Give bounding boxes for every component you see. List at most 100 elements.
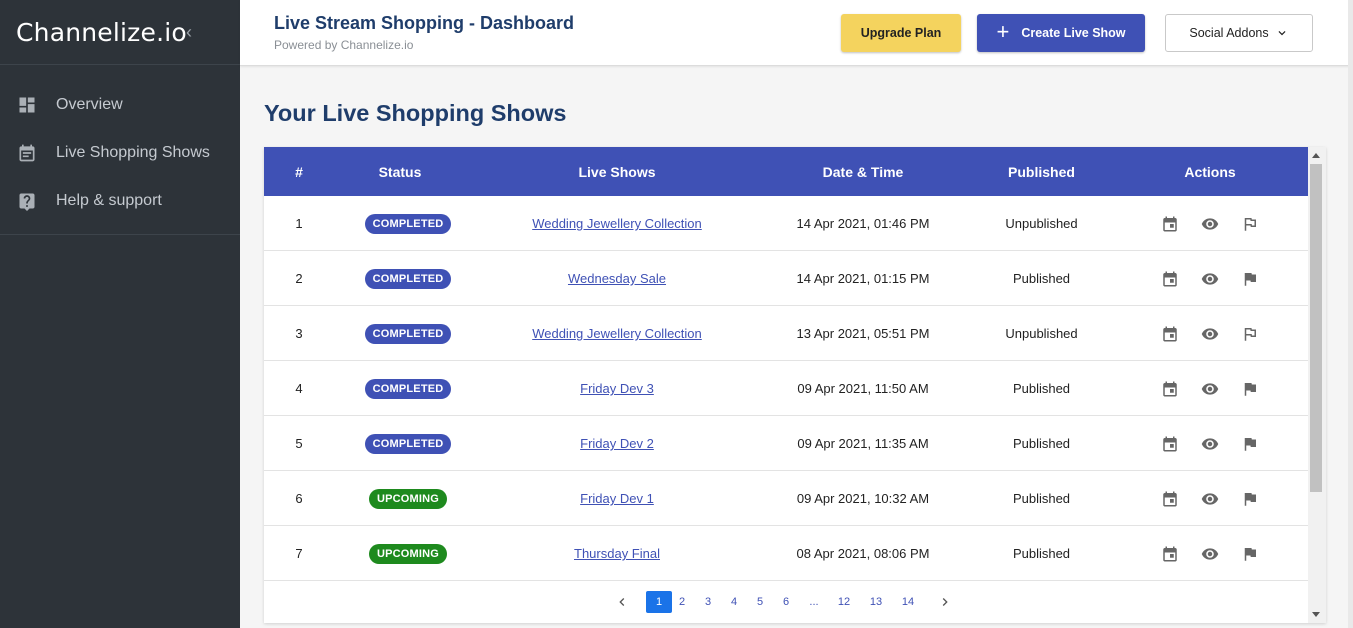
publish-flag-icon[interactable] [1241, 380, 1259, 398]
schedule-icon[interactable] [1161, 490, 1179, 508]
show-name-cell: Friday Dev 3 [482, 361, 752, 416]
status-cell: UPCOMING [342, 526, 474, 581]
status-cell: COMPLETED [342, 361, 474, 416]
pagination-page[interactable]: 14 [898, 591, 918, 613]
sidebar-item-label: Help & support [56, 192, 162, 209]
sidebar-item-help-support[interactable]: Help & support [0, 177, 240, 225]
pagination-page[interactable]: 2 [672, 591, 692, 613]
create-live-show-button[interactable]: + Create Live Show [977, 14, 1145, 52]
pagination-page[interactable]: 13 [866, 591, 886, 613]
sidebar-item-overview[interactable]: Overview [0, 81, 240, 129]
show-link[interactable]: Friday Dev 2 [580, 436, 654, 451]
schedule-icon[interactable] [1161, 435, 1179, 453]
schedule-icon[interactable] [1161, 545, 1179, 563]
table-row: 5 COMPLETED Friday Dev 2 09 Apr 2021, 11:35… [264, 416, 1308, 471]
pagination-prev-button[interactable] [614, 591, 630, 613]
pagination-next-button[interactable] [937, 591, 953, 613]
page-scrollbar-track [1348, 0, 1353, 628]
chevron-down-icon [1278, 31, 1286, 36]
social-addons-dropdown[interactable]: Social Addons [1165, 14, 1313, 52]
table-row: 4 COMPLETED Friday Dev 3 09 Apr 2021, 11:50… [264, 361, 1308, 416]
publish-flag-icon[interactable] [1241, 545, 1259, 563]
unpublished-flag-icon[interactable] [1241, 325, 1259, 343]
date-time-cell: 09 Apr 2021, 11:50 AM [797, 381, 929, 396]
view-icon[interactable] [1201, 215, 1219, 233]
sidebar-collapse-icon[interactable]: ‹ [186, 22, 200, 42]
scroll-up-arrow[interactable] [1312, 153, 1320, 158]
view-icon[interactable] [1201, 545, 1219, 563]
view-icon[interactable] [1201, 435, 1219, 453]
pagination-page[interactable]: 6 [776, 591, 796, 613]
view-icon[interactable] [1201, 270, 1219, 288]
show-link[interactable]: Thursday Final [574, 546, 660, 561]
scroll-thumb[interactable] [1310, 164, 1322, 492]
date-time-cell: 08 Apr 2021, 08:06 PM [796, 546, 930, 561]
view-icon[interactable] [1201, 325, 1219, 343]
schedule-icon[interactable] [1161, 380, 1179, 398]
status-badge: COMPLETED [364, 323, 452, 344]
row-number: 2 [295, 271, 303, 286]
page-subtitle: Powered by Channelize.io [274, 38, 414, 52]
column-header-published: Published [1008, 163, 1075, 180]
table-row: 3 COMPLETED Wedding Jewellery Collection 13… [264, 306, 1308, 361]
status-badge: COMPLETED [364, 433, 452, 454]
show-name-cell: Friday Dev 2 [482, 416, 752, 471]
row-number: 1 [295, 216, 303, 231]
pagination-ellipsis: ... [809, 596, 819, 608]
table-row: 6 UPCOMING Friday Dev 1 09 Apr 2021, 10:32 … [264, 471, 1308, 526]
pagination-page[interactable]: 4 [724, 591, 744, 613]
table-header: # Status Live Shows Date & Time Publishe… [264, 147, 1308, 196]
actions-cell [1129, 471, 1291, 526]
table-row: 1 COMPLETED Wedding Jewellery Collection 14… [264, 196, 1308, 251]
shows-table-card: # Status Live Shows Date & Time Publishe… [264, 147, 1326, 623]
published-cell: Published [1012, 381, 1071, 396]
column-header-date-time: Date & Time [822, 163, 904, 180]
status-cell: COMPLETED [342, 416, 474, 471]
publish-flag-icon[interactable] [1241, 435, 1259, 453]
help-icon [19, 193, 35, 211]
dashboard-icon [19, 97, 35, 113]
actions-cell [1129, 361, 1291, 416]
scroll-down-arrow[interactable] [1312, 612, 1320, 617]
vertical-scrollbar[interactable] [1308, 147, 1326, 623]
actions-cell [1129, 196, 1291, 251]
upgrade-plan-button[interactable]: Upgrade Plan [841, 14, 961, 52]
published-cell: Published [1012, 271, 1071, 286]
sidebar: Channelize.io ‹ Overview Live Shopping S… [0, 0, 240, 628]
schedule-icon[interactable] [1161, 270, 1179, 288]
show-link[interactable]: Wedding Jewellery Collection [532, 326, 702, 341]
calendar-icon [19, 144, 35, 162]
show-link[interactable]: Wednesday Sale [568, 271, 666, 286]
publish-flag-icon[interactable] [1241, 270, 1259, 288]
chevron-right-icon [942, 598, 948, 606]
date-time-cell: 14 Apr 2021, 01:46 PM [796, 216, 930, 231]
view-icon[interactable] [1201, 380, 1219, 398]
pagination-page[interactable]: 3 [698, 591, 718, 613]
actions-cell [1129, 526, 1291, 581]
sidebar-item-live-shopping-shows[interactable]: Live Shopping Shows [0, 129, 240, 177]
table-body: 1 COMPLETED Wedding Jewellery Collection 14… [264, 196, 1308, 581]
pagination-page[interactable]: 1 [646, 591, 672, 613]
publish-flag-icon[interactable] [1241, 490, 1259, 508]
pagination-page[interactable]: 12 [834, 591, 854, 613]
sidebar-item-label: Overview [56, 96, 123, 113]
show-link[interactable]: Wedding Jewellery Collection [532, 216, 702, 231]
pagination: 1 2 3 4 5 6... 12 13 14 [264, 587, 1308, 617]
unpublished-flag-icon[interactable] [1241, 215, 1259, 233]
view-icon[interactable] [1201, 490, 1219, 508]
show-link[interactable]: Friday Dev 1 [580, 491, 654, 506]
published-cell: Published [1012, 546, 1071, 561]
pagination-page[interactable]: 5 [750, 591, 770, 613]
row-number: 5 [295, 436, 303, 451]
social-addons-label: Social Addons [1189, 26, 1269, 40]
show-name-cell: Wednesday Sale [482, 251, 752, 306]
published-cell: Published [1012, 436, 1071, 451]
schedule-icon[interactable] [1161, 215, 1179, 233]
status-cell: COMPLETED [342, 196, 474, 251]
column-header-live-shows: Live Shows [578, 163, 656, 180]
show-link[interactable]: Friday Dev 3 [580, 381, 654, 396]
show-name-cell: Friday Dev 1 [482, 471, 752, 526]
published-cell: Published [1012, 491, 1071, 506]
schedule-icon[interactable] [1161, 325, 1179, 343]
show-name-cell: Thursday Final [482, 526, 752, 581]
